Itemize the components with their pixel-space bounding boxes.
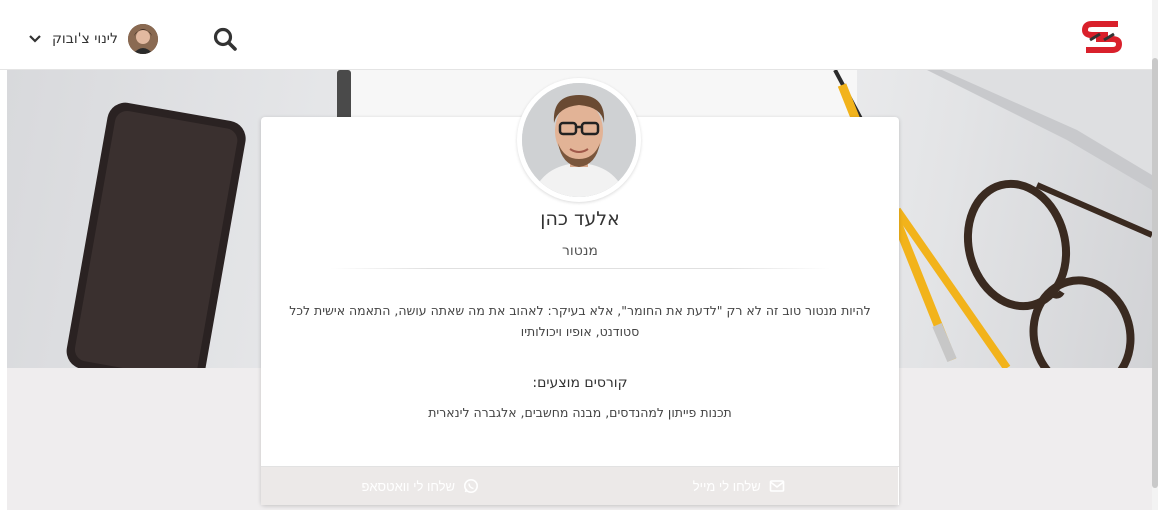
whatsapp-button-label: שלחו לי וואטסאפ	[361, 478, 456, 494]
search-icon[interactable]	[212, 26, 238, 52]
divider	[330, 268, 830, 269]
email-button-label: שלחו לי מייל	[692, 478, 761, 494]
email-button[interactable]: שלחו לי מייל	[579, 467, 899, 505]
envelope-icon	[769, 480, 785, 492]
mentor-portrait-image	[522, 83, 636, 197]
mentor-role: מנטור	[562, 243, 598, 259]
user-name[interactable]: לינוי צ'ובוק	[52, 31, 118, 47]
contact-actions: שלחו לי וואטסאפ שלחו לי מייל	[261, 466, 899, 505]
user-menu[interactable]: לינוי צ'ובוק	[28, 24, 158, 54]
mentor-photo	[517, 78, 641, 202]
whatsapp-icon	[464, 479, 479, 493]
courses-list: תכנות פייתון למהנדסים, מבנה מחשבים, אלגב…	[428, 405, 732, 420]
scrollbar-thumb[interactable]	[1152, 58, 1158, 488]
mentor-bio: להיות מנטור טוב זה לא רק "לדעת את החומר"…	[289, 303, 871, 339]
chevron-down-icon[interactable]	[28, 32, 42, 46]
courses-title: קורסים מוצעים:	[532, 375, 628, 391]
mentor-name: אלעד כהן	[540, 208, 620, 230]
whatsapp-button[interactable]: שלחו לי וואטסאפ	[261, 467, 580, 505]
page: לינוי צ'ובוק אלעד כהן מנטור להיות מנטור …	[0, 0, 1158, 510]
scrollbar-track[interactable]	[1152, 0, 1158, 510]
avatar[interactable]	[127, 24, 158, 54]
site-logo[interactable]	[1082, 20, 1122, 54]
top-navbar: לינוי צ'ובוק	[0, 0, 1152, 70]
